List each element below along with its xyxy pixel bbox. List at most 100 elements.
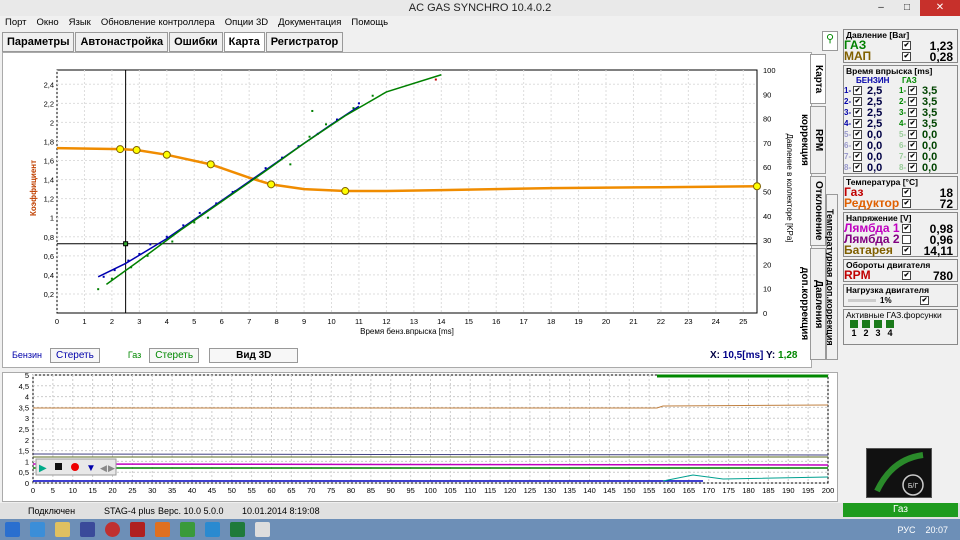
gas-cyl-checkbox[interactable]: ✔ bbox=[908, 86, 917, 95]
bottom-x-tick: 60 bbox=[267, 486, 275, 495]
lambda2-checkbox[interactable] bbox=[902, 235, 911, 244]
stop-icon[interactable] bbox=[55, 463, 62, 470]
language-indicator[interactable]: РУС bbox=[897, 525, 915, 535]
gas-clear-button[interactable]: Стереть bbox=[149, 347, 200, 363]
record-icon[interactable] bbox=[71, 463, 79, 471]
benzin-cyl-checkbox[interactable]: ✔ bbox=[853, 86, 862, 95]
gas-cyl-checkbox[interactable]: ✔ bbox=[908, 152, 917, 161]
x-axis-label: Время бенз.впрыска [ms] bbox=[360, 327, 454, 336]
benzin-cyl-label: 6- bbox=[844, 141, 852, 150]
app-icon-1[interactable] bbox=[80, 522, 95, 537]
benzin-cyl-checkbox[interactable]: ✔ bbox=[853, 97, 862, 106]
app-icon-2[interactable] bbox=[130, 522, 145, 537]
lambda1-checkbox[interactable]: ✔ bbox=[902, 224, 911, 233]
gas-cyl-checkbox[interactable]: ✔ bbox=[908, 108, 917, 117]
opera-icon[interactable] bbox=[105, 522, 120, 537]
ie-icon[interactable] bbox=[30, 522, 45, 537]
benzin-cyl-checkbox[interactable]: ✔ bbox=[853, 141, 862, 150]
tab-autotune[interactable]: Автонастройка bbox=[75, 32, 169, 52]
skype-icon[interactable] bbox=[205, 522, 220, 537]
rpm-checkbox[interactable]: ✔ bbox=[902, 271, 911, 280]
map-pressure-checkbox[interactable]: ✔ bbox=[902, 52, 911, 61]
y-left-tick-label: 2,2 bbox=[44, 99, 54, 108]
gas-cyl-checkbox[interactable]: ✔ bbox=[908, 141, 917, 150]
menu-port[interactable]: Порт bbox=[0, 16, 32, 30]
view-3d-button[interactable]: Вид 3D bbox=[209, 347, 299, 363]
injector-2-label: 2 bbox=[863, 328, 869, 338]
benzin-clear-button[interactable]: Стереть bbox=[50, 347, 100, 363]
vtab-rpm[interactable]: RPM коррекция bbox=[799, 106, 826, 174]
gas-cyl-value: 0,0 bbox=[922, 161, 938, 174]
vtab-pressure[interactable]: Давления доп.коррекция bbox=[799, 248, 826, 360]
bottom-y-tick: 3 bbox=[25, 414, 29, 423]
y-left-tick-label: 1,2 bbox=[44, 195, 54, 204]
bottom-x-tick: 115 bbox=[484, 486, 496, 495]
tab-errors[interactable]: Ошибки bbox=[169, 32, 223, 52]
benzin-cyl-checkbox[interactable]: ✔ bbox=[853, 130, 862, 139]
menu-help[interactable]: Помощь bbox=[346, 16, 393, 30]
reducer-temp-checkbox[interactable]: ✔ bbox=[902, 199, 911, 208]
tab-map[interactable]: Карта bbox=[223, 32, 265, 52]
series-marker bbox=[162, 150, 171, 159]
load-value: 1% bbox=[880, 296, 892, 305]
map-chart[interactable]: 0 1 2 3 4 5 6 7 8 9 10 11 12 13 14 15 16 17 18 19 20 21 22 23 24… bbox=[3, 53, 811, 343]
minimize-button[interactable]: – bbox=[868, 0, 894, 16]
menu-language[interactable]: Язык bbox=[64, 16, 96, 30]
maximize-button[interactable]: □ bbox=[894, 0, 920, 16]
x-tick-label: 23 bbox=[684, 317, 692, 326]
vtab-temp[interactable]: Температурная доп.коррекция bbox=[825, 194, 838, 360]
gas-cyl-checkbox[interactable]: ✔ bbox=[908, 163, 917, 172]
version-text: Верс. 10.0 5.0.0 bbox=[158, 506, 224, 516]
bottom-x-tick: 30 bbox=[148, 486, 156, 495]
battery-checkbox[interactable]: ✔ bbox=[902, 246, 911, 255]
bottom-x-tick: 85 bbox=[367, 486, 375, 495]
acgas-taskbar-icon[interactable] bbox=[255, 522, 270, 537]
injection-row: 2- ✔ 2,5 2- ✔ 3,5 bbox=[844, 96, 957, 108]
recorder-graph[interactable]: 0 5 10 15 20 25 30 35 40 45 50 55 60 65 70 75 80 85 90 95 10… bbox=[3, 371, 837, 501]
close-button[interactable]: ✕ bbox=[920, 0, 960, 16]
menu-options-3d[interactable]: Опции 3D bbox=[220, 16, 273, 30]
logo-text: Б/Г bbox=[908, 483, 919, 490]
bottom-y-tick: 1 bbox=[25, 457, 29, 466]
clock: 20:07 bbox=[925, 524, 948, 535]
start-icon[interactable] bbox=[5, 522, 20, 537]
benzin-cyl-checkbox[interactable]: ✔ bbox=[853, 152, 862, 161]
gas-temp-checkbox[interactable]: ✔ bbox=[902, 188, 911, 197]
injector-2-icon bbox=[862, 320, 870, 328]
benzin-cyl-checkbox[interactable]: ✔ bbox=[853, 108, 862, 117]
y-left-tick-label: 1,6 bbox=[44, 157, 54, 166]
excel-icon[interactable] bbox=[230, 522, 245, 537]
explorer-icon[interactable] bbox=[55, 522, 70, 537]
x-tick-label: 6 bbox=[220, 317, 224, 326]
menu-update[interactable]: Обновление контроллера bbox=[96, 16, 220, 30]
menu-docs[interactable]: Документация bbox=[273, 16, 346, 30]
gas-cyl-checkbox[interactable]: ✔ bbox=[908, 130, 917, 139]
series-marker bbox=[132, 146, 141, 155]
next-icon[interactable]: ▶ bbox=[108, 463, 115, 473]
data-point bbox=[357, 102, 360, 105]
bottom-x-tick: 175 bbox=[722, 486, 735, 495]
x-tick-label: 10 bbox=[327, 317, 335, 326]
play-icon[interactable]: ▶ bbox=[39, 463, 47, 474]
injector-1-icon bbox=[850, 320, 858, 328]
gas-cyl-checkbox[interactable]: ✔ bbox=[908, 97, 917, 106]
y-axis-right-label: Давление в коллекторе [KPa] bbox=[785, 133, 794, 242]
bottom-x-tick: 180 bbox=[742, 486, 755, 495]
load-checkbox[interactable]: ✔ bbox=[920, 296, 929, 305]
app-icon-4[interactable] bbox=[180, 522, 195, 537]
benzin-cyl-checkbox[interactable]: ✔ bbox=[853, 163, 862, 172]
bottom-x-tick: 195 bbox=[802, 486, 815, 495]
benzin-cyl-checkbox[interactable]: ✔ bbox=[853, 119, 862, 128]
gas-cyl-checkbox[interactable]: ✔ bbox=[908, 119, 917, 128]
menu-window[interactable]: Окно bbox=[32, 16, 64, 30]
gas-pressure-checkbox[interactable]: ✔ bbox=[902, 41, 911, 50]
tab-parameters[interactable]: Параметры bbox=[2, 32, 75, 52]
cursor-readout: X: 10,5[ms] Y: 1,28 bbox=[710, 350, 797, 361]
pin-icon[interactable]: ⚲ bbox=[822, 31, 838, 51]
prev-icon[interactable]: ◀ bbox=[100, 463, 107, 473]
tab-recorder[interactable]: Регистратор bbox=[265, 32, 344, 52]
vtab-map[interactable]: Карта bbox=[810, 54, 826, 104]
app-icon-3[interactable] bbox=[155, 522, 170, 537]
data-point bbox=[171, 240, 174, 243]
save-icon[interactable]: ▼ bbox=[86, 463, 96, 474]
